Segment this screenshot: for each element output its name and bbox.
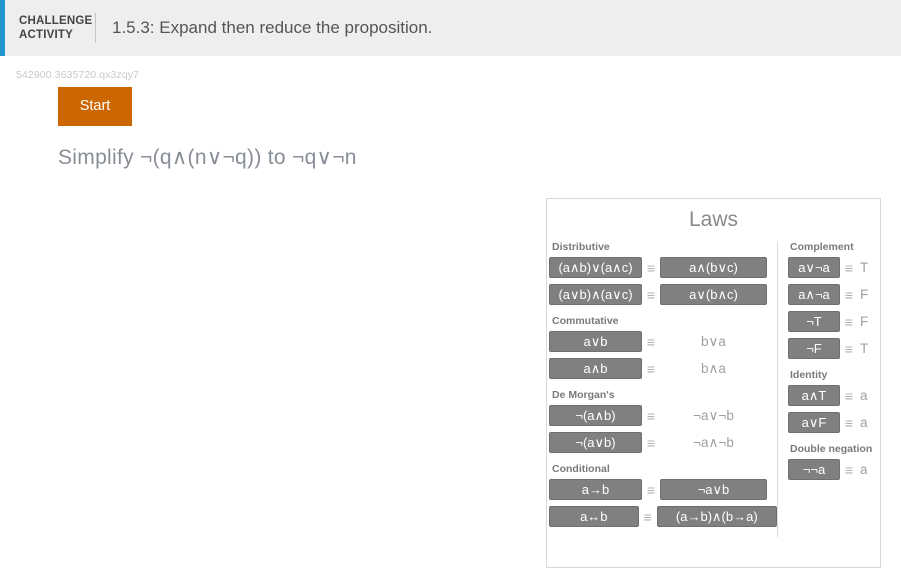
law-button[interactable]: ¬T bbox=[788, 311, 840, 332]
law-row: ¬F ≡ T bbox=[788, 338, 880, 359]
law-row: ¬¬a ≡ a bbox=[788, 459, 880, 480]
law-result-text: F bbox=[860, 314, 869, 329]
law-button[interactable]: ¬a∨b bbox=[660, 479, 767, 500]
law-row: ¬T ≡ F bbox=[788, 311, 880, 332]
challenge-activity-label: CHALLENGE ACTIVITY bbox=[5, 14, 93, 42]
law-button[interactable]: a∧(b∨c) bbox=[660, 257, 767, 278]
equivalence-icon: ≡ bbox=[646, 286, 656, 303]
equivalence-icon: ≡ bbox=[646, 259, 656, 276]
activity-id: 542900.3635720.qx3zqy7 bbox=[16, 69, 140, 81]
law-button[interactable]: a∨(b∧c) bbox=[660, 284, 767, 305]
law-group-title: Complement bbox=[790, 241, 854, 253]
law-button[interactable]: (a∨b)∧(a∨c) bbox=[549, 284, 642, 305]
equivalence-icon: ≡ bbox=[844, 313, 854, 330]
equivalence-icon: ≡ bbox=[646, 481, 656, 498]
law-group-commutative: Commutative a∨b ≡ b∨a a∧b ≡ b∧a bbox=[549, 315, 777, 379]
law-row: a∨b ≡ b∨a bbox=[549, 331, 777, 352]
problem-statement: Simplify ¬(q∧(n∨¬q)) to ¬q∨¬n bbox=[58, 146, 357, 169]
law-group-title: Double negation bbox=[790, 443, 873, 455]
law-row: a∧T ≡ a bbox=[788, 385, 880, 406]
law-button[interactable]: ¬F bbox=[788, 338, 840, 359]
law-row: ¬(a∨b) ≡ ¬a∧¬b bbox=[549, 432, 777, 453]
law-button[interactable]: a∧¬a bbox=[788, 284, 840, 305]
law-result-text: T bbox=[860, 260, 869, 275]
equivalence-icon: ≡ bbox=[844, 259, 854, 276]
law-button[interactable]: ¬(a∧b) bbox=[549, 405, 642, 426]
law-row: (a∨b)∧(a∨c) ≡ a∨(b∧c) bbox=[549, 284, 777, 305]
law-result-text: ¬a∧¬b bbox=[693, 434, 734, 450]
law-result-text: a bbox=[860, 388, 868, 403]
law-button[interactable]: a∨¬a bbox=[788, 257, 840, 278]
law-result-text: F bbox=[860, 287, 869, 302]
law-group-title: De Morgan's bbox=[552, 389, 615, 401]
law-row: a↔b ≡ (a→b)∧(b→a) bbox=[549, 506, 777, 527]
law-group-complement: Complement a∨¬a ≡ T a∧¬a ≡ F ¬T ≡ F ¬F ≡… bbox=[788, 241, 880, 359]
equivalence-icon: ≡ bbox=[844, 340, 854, 357]
law-result-text: b∨a bbox=[701, 333, 726, 349]
law-button[interactable]: a∨b bbox=[549, 331, 642, 352]
law-result-text: T bbox=[860, 341, 869, 356]
law-result-text: a bbox=[860, 462, 868, 477]
law-result-text: b∧a bbox=[701, 360, 726, 376]
law-row: a∨¬a ≡ T bbox=[788, 257, 880, 278]
page-title: 1.5.3: Expand then reduce the propositio… bbox=[112, 18, 433, 37]
law-button[interactable]: a∧b bbox=[549, 358, 642, 379]
law-row: a∨F ≡ a bbox=[788, 412, 880, 433]
law-group-title: Commutative bbox=[552, 315, 619, 327]
laws-right-column: Complement a∨¬a ≡ T a∧¬a ≡ F ¬T ≡ F ¬F ≡… bbox=[778, 241, 880, 537]
laws-columns: Distributive (a∧b)∨(a∧c) ≡ a∧(b∨c) (a∨b)… bbox=[547, 232, 880, 537]
equivalence-icon: ≡ bbox=[844, 387, 854, 404]
law-group-de-morgans: De Morgan's ¬(a∧b) ≡ ¬a∨¬b ¬(a∨b) ≡ ¬a∧¬… bbox=[549, 389, 777, 453]
equivalence-icon: ≡ bbox=[646, 360, 656, 377]
laws-left-column: Distributive (a∧b)∨(a∧c) ≡ a∧(b∨c) (a∨b)… bbox=[547, 241, 777, 537]
equivalence-icon: ≡ bbox=[844, 414, 854, 431]
equivalence-icon: ≡ bbox=[646, 407, 656, 424]
law-row: a∧¬a ≡ F bbox=[788, 284, 880, 305]
law-button[interactable]: ¬(a∨b) bbox=[549, 432, 642, 453]
challenge-activity-header: CHALLENGE ACTIVITY 1.5.3: Expand then re… bbox=[0, 0, 901, 56]
challenge-activity-label-line1: CHALLENGE bbox=[19, 15, 93, 27]
law-button[interactable]: a∨F bbox=[788, 412, 840, 433]
law-row: ¬(a∧b) ≡ ¬a∨¬b bbox=[549, 405, 777, 426]
challenge-activity-label-line2: ACTIVITY bbox=[19, 29, 73, 41]
laws-panel-title: Laws bbox=[688, 208, 739, 231]
law-button[interactable]: a→b bbox=[549, 479, 642, 500]
equivalence-icon: ≡ bbox=[643, 508, 652, 525]
law-group-conditional: Conditional a→b ≡ ¬a∨b a↔b ≡ (a→b)∧(b→a) bbox=[549, 463, 777, 527]
law-button[interactable]: a∧T bbox=[788, 385, 840, 406]
law-group-double-negation: Double negation ¬¬a ≡ a bbox=[788, 443, 880, 480]
equivalence-icon: ≡ bbox=[646, 333, 656, 350]
law-group-title: Identity bbox=[790, 369, 828, 381]
law-group-identity: Identity a∧T ≡ a a∨F ≡ a bbox=[788, 369, 880, 433]
law-button[interactable]: (a∧b)∨(a∧c) bbox=[549, 257, 642, 278]
law-button[interactable]: (a→b)∧(b→a) bbox=[656, 506, 777, 527]
equivalence-icon: ≡ bbox=[646, 434, 656, 451]
law-button[interactable]: ¬¬a bbox=[788, 459, 840, 480]
law-row: a∧b ≡ b∧a bbox=[549, 358, 777, 379]
equivalence-icon: ≡ bbox=[844, 461, 854, 478]
law-button[interactable]: a↔b bbox=[549, 506, 639, 527]
start-button[interactable]: Start bbox=[58, 87, 132, 126]
law-group-title: Distributive bbox=[552, 241, 610, 253]
law-row: (a∧b)∨(a∧c) ≡ a∧(b∨c) bbox=[549, 257, 777, 278]
law-result-text: ¬a∨¬b bbox=[693, 407, 734, 423]
law-group-distributive: Distributive (a∧b)∨(a∧c) ≡ a∧(b∨c) (a∨b)… bbox=[549, 241, 777, 305]
law-group-title: Conditional bbox=[552, 463, 610, 475]
law-result-text: a bbox=[860, 415, 868, 430]
laws-panel: Laws Distributive (a∧b)∨(a∧c) ≡ a∧(b∨c) … bbox=[546, 198, 881, 568]
equivalence-icon: ≡ bbox=[844, 286, 854, 303]
law-row: a→b ≡ ¬a∨b bbox=[549, 479, 777, 500]
